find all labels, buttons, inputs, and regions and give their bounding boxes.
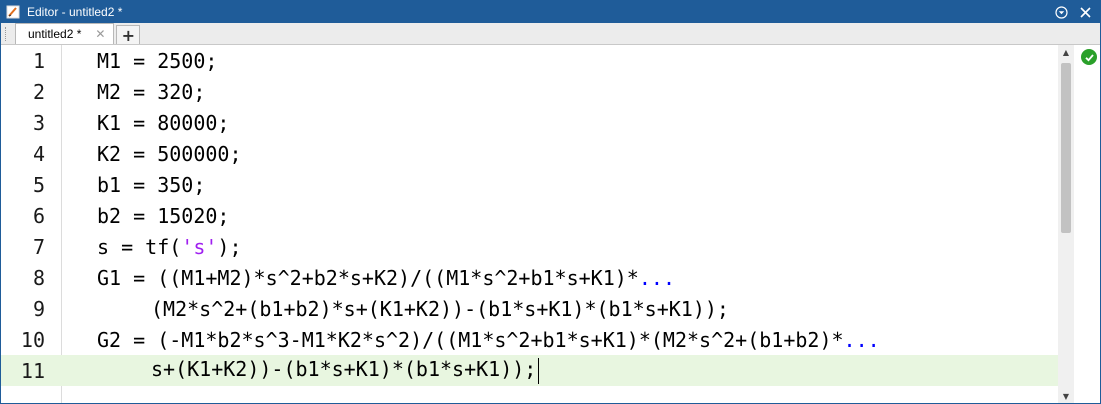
- text-cursor: [538, 357, 540, 384]
- continuation-ellipsis: ...: [638, 265, 675, 290]
- line-number: 2: [32, 79, 45, 104]
- current-code-line[interactable]: 11 s+(K1+K2))-(b1*s+K1)*(b1*s+K1));: [1, 355, 1060, 386]
- line-number: 1: [32, 48, 45, 73]
- code-text[interactable]: M2 = 320;: [97, 80, 205, 104]
- code-lines[interactable]: 1 M1 = 2500; 2 M2 = 320; 3 K1 = 80000; 4…: [1, 45, 1060, 386]
- new-tab-button[interactable]: +: [116, 25, 141, 45]
- code-editor[interactable]: 1 M1 = 2500; 2 M2 = 320; 3 K1 = 80000; 4…: [1, 45, 1100, 403]
- code-line[interactable]: 10 G2 = (-M1*b2*s^3-M1*K2*s^2)/((M1*s^2+…: [1, 324, 1060, 355]
- line-number: 8: [32, 265, 45, 290]
- title-bar: Editor - untitled2 *: [1, 1, 1100, 23]
- code-text[interactable]: G2 = (-M1*b2*s^3-M1*K2*s^2)/((M1*s^2+b1*…: [97, 328, 880, 352]
- close-icon[interactable]: [1078, 5, 1092, 19]
- code-line[interactable]: 7 s = tf('s');: [1, 231, 1060, 262]
- code-text[interactable]: s = tf('s');: [97, 235, 242, 259]
- line-number: 7: [32, 234, 45, 259]
- code-analyzer-bar: [1076, 45, 1100, 403]
- scrollbar-thumb[interactable]: [1061, 63, 1071, 233]
- code-line[interactable]: 5 b1 = 350;: [1, 169, 1060, 200]
- code-text[interactable]: K2 = 500000;: [97, 142, 242, 166]
- code-line[interactable]: 3 K1 = 80000;: [1, 107, 1060, 138]
- options-circle-icon[interactable]: [1054, 5, 1068, 19]
- code-text[interactable]: b1 = 350;: [97, 173, 205, 197]
- code-line[interactable]: 6 b2 = 15020;: [1, 200, 1060, 231]
- tab-label: untitled2 *: [28, 27, 82, 41]
- code-segment: G2 = (-M1*b2*s^3-M1*K2*s^2)/((M1*s^2+b1*…: [97, 327, 844, 352]
- line-number: 6: [32, 203, 45, 228]
- tab-bar: untitled2 * ✕ +: [1, 23, 1100, 45]
- code-text[interactable]: K1 = 80000;: [97, 111, 229, 135]
- line-number: 3: [32, 110, 45, 135]
- code-line[interactable]: 2 M2 = 320;: [1, 76, 1060, 107]
- matlab-editor-icon: [5, 4, 21, 20]
- code-line[interactable]: 1 M1 = 2500;: [1, 45, 1060, 76]
- code-line[interactable]: 9 (M2*s^2+(b1+b2)*s+(K1+K2))-(b1*s+K1)*(…: [1, 293, 1060, 324]
- string-literal: 's': [181, 234, 218, 259]
- line-number: 10: [20, 327, 45, 352]
- line-number: 9: [32, 296, 45, 321]
- editor-window: Editor - untitled2 * untitled2 * ✕ + 1 M…: [0, 0, 1101, 404]
- code-line[interactable]: 8 G1 = ((M1+M2)*s^2+b2*s+K2)/((M1*s^2+b1…: [1, 262, 1060, 293]
- code-text[interactable]: M1 = 2500;: [97, 49, 217, 73]
- tab-drag-handle: [5, 27, 12, 41]
- scroll-down-icon[interactable]: ▼: [1058, 389, 1074, 403]
- code-text[interactable]: s+(K1+K2))-(b1*s+K1)*(b1*s+K1));: [151, 357, 540, 384]
- code-text[interactable]: b2 = 15020;: [97, 204, 229, 228]
- code-segment: s = tf(: [97, 234, 182, 259]
- continuation-ellipsis: ...: [843, 327, 880, 352]
- code-segment: G1 = ((M1+M2)*s^2+b2*s+K2)/((M1*s^2+b1*s…: [97, 265, 639, 290]
- code-text[interactable]: (M2*s^2+(b1+b2)*s+(K1+K2))-(b1*s+K1)*(b1…: [151, 297, 729, 321]
- tab-untitled2[interactable]: untitled2 * ✕: [15, 23, 115, 44]
- code-line[interactable]: 4 K2 = 500000;: [1, 138, 1060, 169]
- window-title: Editor - untitled2 *: [27, 5, 123, 19]
- line-number: 4: [32, 141, 45, 166]
- code-segment: );: [217, 234, 242, 259]
- tab-close-icon[interactable]: ✕: [93, 27, 107, 41]
- line-number: 11: [20, 358, 45, 383]
- scroll-up-icon[interactable]: ▲: [1058, 45, 1074, 59]
- code-ok-checkmark-icon[interactable]: [1081, 49, 1097, 65]
- code-text[interactable]: G1 = ((M1+M2)*s^2+b2*s+K2)/((M1*s^2+b1*s…: [97, 266, 675, 290]
- line-number: 5: [32, 172, 45, 197]
- code-segment: s+(K1+K2))-(b1*s+K1)*(b1*s+K1));: [151, 357, 537, 382]
- vertical-scrollbar[interactable]: ▲ ▼: [1058, 45, 1074, 403]
